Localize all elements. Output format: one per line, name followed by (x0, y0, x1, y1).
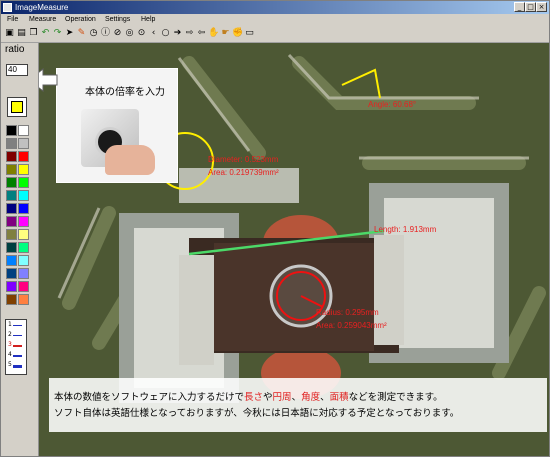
title-bar[interactable]: ImageMeasure _ □ × (1, 1, 549, 14)
color-swatch[interactable] (18, 281, 29, 292)
color-swatch[interactable] (18, 177, 29, 188)
color-swatch[interactable] (18, 151, 29, 162)
color-swatch[interactable] (18, 242, 29, 253)
window-title: ImageMeasure (15, 3, 69, 12)
arrow-right-icon[interactable]: ➔ (172, 28, 183, 39)
ratio-input[interactable]: 40 (6, 64, 28, 76)
angle-label: Angle: 60.68° (368, 100, 417, 109)
target-icon[interactable]: ◎ (124, 28, 135, 39)
color-swatch[interactable] (18, 255, 29, 266)
line-width-1[interactable]: 1 (8, 321, 24, 329)
color-swatch[interactable] (6, 138, 17, 149)
hand-point-icon[interactable]: ☛ (220, 28, 231, 39)
color-swatch[interactable] (6, 229, 17, 240)
color-swatch[interactable] (6, 216, 17, 227)
color-swatch[interactable] (6, 255, 17, 266)
color-swatch[interactable] (18, 138, 29, 149)
app-icon (3, 3, 12, 12)
arrow-left-icon[interactable]: ⇦ (196, 28, 207, 39)
document-icon[interactable]: ▭ (244, 28, 255, 39)
radius-label: Radius: 0.295mm (316, 308, 379, 317)
color-swatch[interactable] (6, 242, 17, 253)
info-line-1: 本体の数値をソフトウェアに入力するだけで長さや円周、角度、面積などを測定できます… (54, 392, 443, 403)
current-color-swatch (11, 101, 23, 113)
length-label: Length: 1.913mm (374, 225, 437, 234)
color-swatch[interactable] (18, 203, 29, 214)
image-canvas[interactable]: Angle: 60.68° Diameter: 0.523mm Area: 0.… (39, 43, 549, 456)
save-icon[interactable]: ▤ (16, 28, 27, 39)
menu-file[interactable]: File (7, 14, 18, 26)
diameter-area-label: Area: 0.219739mm² (208, 168, 279, 177)
info-line-2: ソフト自体は英語仕様となっておりますが、今秋には日本語に対応する予定となっており… (54, 408, 460, 419)
menu-bar: File Measure Operation Settings Help (1, 14, 549, 26)
maximize-button[interactable]: □ (525, 2, 536, 12)
clock-icon[interactable]: ◷ (88, 28, 99, 39)
menu-settings[interactable]: Settings (105, 14, 130, 26)
color-swatch[interactable] (6, 164, 17, 175)
color-swatch[interactable] (18, 229, 29, 240)
chevron-left-icon[interactable]: ‹ (148, 28, 159, 39)
stop-icon[interactable]: ⊘ (112, 28, 123, 39)
diameter-label: Diameter: 0.523mm (208, 155, 279, 164)
close-button[interactable]: × (536, 2, 547, 12)
color-swatch[interactable] (6, 294, 17, 305)
arrow-left-icon (39, 67, 58, 93)
color-swatch[interactable] (18, 216, 29, 227)
arrow-right-outline-icon[interactable]: ⇨ (184, 28, 195, 39)
copy-icon[interactable]: ❐ (28, 28, 39, 39)
callout-text: 本体の倍率を入力 (85, 87, 165, 98)
undo-icon[interactable]: ↶ (40, 28, 51, 39)
color-swatch[interactable] (6, 151, 17, 162)
pencil-icon[interactable]: ✎ (76, 28, 87, 39)
line-width-4[interactable]: 4 (8, 351, 24, 359)
color-swatch[interactable] (18, 164, 29, 175)
line-width-list: 1 2 3 4 5 (5, 319, 27, 375)
color-swatch[interactable] (18, 294, 29, 305)
radius-area-label: Area: 0.259043mm² (316, 321, 387, 330)
color-swatch[interactable] (6, 125, 17, 136)
current-color[interactable] (7, 97, 27, 117)
line-width-2[interactable]: 2 (8, 331, 24, 339)
minimize-button[interactable]: _ (514, 2, 525, 12)
color-swatch[interactable] (6, 281, 17, 292)
left-panel: ratio 40 1 2 3 4 5 (1, 43, 39, 456)
color-swatch[interactable] (6, 177, 17, 188)
open-icon[interactable]: ▣ (4, 28, 15, 39)
line-width-5[interactable]: 5 (8, 361, 24, 369)
color-swatch[interactable] (6, 268, 17, 279)
application-window: ImageMeasure _ □ × File Measure Operatio… (0, 0, 550, 457)
color-swatch[interactable] (6, 190, 17, 201)
pointer-icon[interactable]: ➤ (64, 28, 75, 39)
hand-grab-icon[interactable]: ✊ (232, 28, 243, 39)
ratio-label: ratio (5, 44, 25, 55)
color-swatch[interactable] (6, 203, 17, 214)
color-swatch[interactable] (18, 190, 29, 201)
color-swatch[interactable] (18, 268, 29, 279)
toolbar: ▣ ▤ ❐ ↶ ↷ ➤ ✎ ◷ ⓘ ⊘ ◎ ⊙ ‹ ○ ➔ ⇨ ⇦ ✋ ☛ ✊ … (1, 26, 549, 43)
redo-icon[interactable]: ↷ (52, 28, 63, 39)
menu-measure[interactable]: Measure (29, 14, 56, 26)
circle-icon[interactable]: ⊙ (136, 28, 147, 39)
line-width-3[interactable]: 3 (8, 341, 24, 349)
info-icon[interactable]: ⓘ (100, 28, 111, 39)
menu-help[interactable]: Help (141, 14, 155, 26)
color-swatch[interactable] (18, 125, 29, 136)
menu-operation[interactable]: Operation (65, 14, 96, 26)
info-caption: 本体の数値をソフトウェアに入力するだけで長さや円周、角度、面積などを測定できます… (49, 378, 547, 432)
hand-image (105, 145, 155, 175)
circle-outline-icon[interactable]: ○ (160, 28, 171, 39)
hand-icon[interactable]: ✋ (208, 28, 219, 39)
